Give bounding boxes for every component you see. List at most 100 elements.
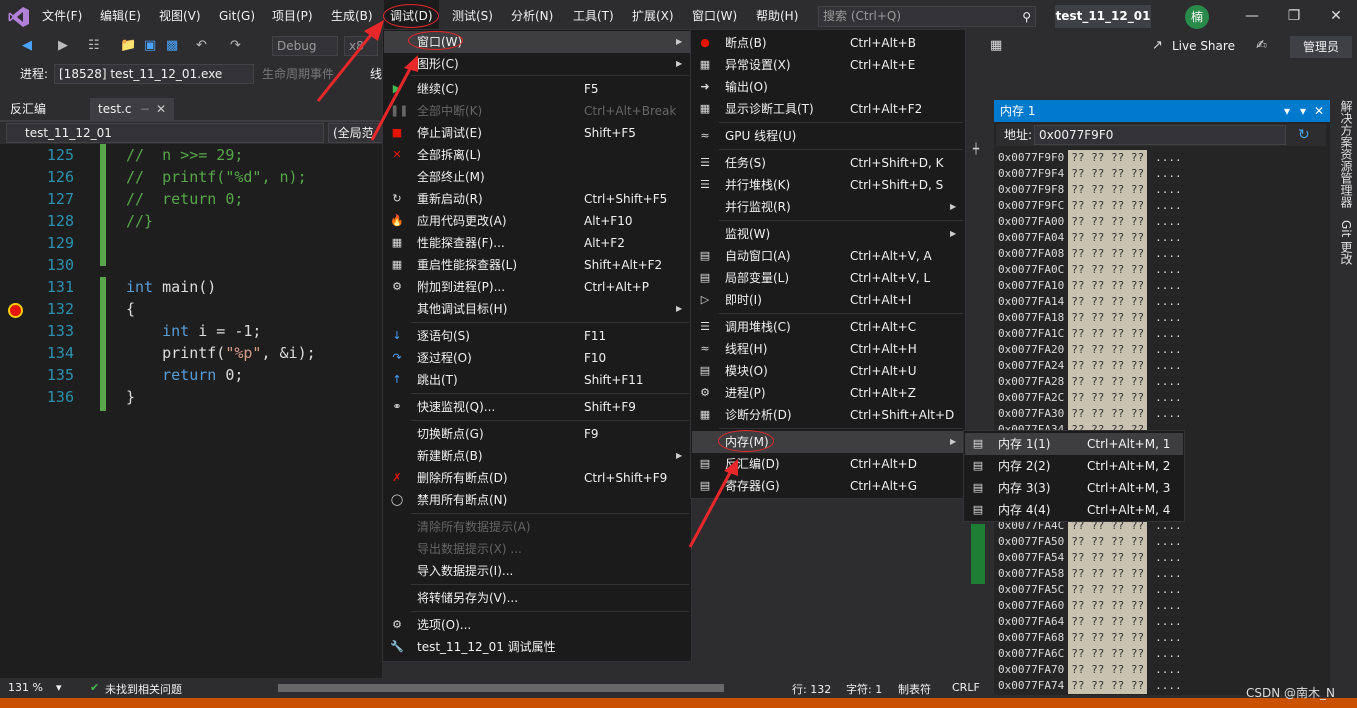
menu-item[interactable]: 清除所有数据提示(A) — [384, 516, 690, 538]
chevron-down-icon[interactable]: ▾ — [56, 681, 62, 694]
menu-item[interactable]: ▤ 内存 4(4) Ctrl+Alt+M, 4 — [965, 499, 1183, 521]
memory-row[interactable]: 0x0077FA20?? ?? ?? ??.... — [998, 342, 1182, 358]
code-line[interactable]: } — [126, 386, 135, 408]
menu-item[interactable]: ☰ 调用堆栈(C) Ctrl+Alt+C — [692, 316, 964, 338]
menu-item[interactable]: ⚙ 选项(O)... — [384, 614, 690, 636]
memory-row[interactable]: 0x0077FA00?? ?? ?? ??.... — [998, 214, 1182, 230]
menu-item[interactable]: ≈ GPU 线程(U) — [692, 125, 964, 147]
menu-test[interactable]: 测试(S) — [446, 0, 499, 32]
menu-item[interactable]: ▦ 重启性能探查器(L) Shift+Alt+F2 — [384, 254, 690, 276]
pin-icon[interactable]: − — [140, 98, 150, 120]
search-input[interactable]: 搜索 (Ctrl+Q) ⚲ — [818, 6, 1036, 27]
menu-item[interactable]: ▤ 内存 1(1) Ctrl+Alt+M, 1 — [965, 433, 1183, 455]
menu-item[interactable]: ▦ 性能探查器(F)... Alt+F2 — [384, 232, 690, 254]
memory-row[interactable]: 0x0077FA10?? ?? ?? ??.... — [998, 278, 1182, 294]
menu-item[interactable]: 新建断点(B) ▶ — [384, 445, 690, 467]
process-dropdown[interactable]: [18528] test_11_12_01.exe — [54, 64, 254, 84]
menu-item[interactable]: ⚭ 快速监视(Q)... Shift+F9 — [384, 396, 690, 418]
solution-explorer-tab[interactable]: 解决方案资源管理器 — [1338, 100, 1355, 208]
memory-row[interactable]: 0x0077F9F8?? ?? ?? ??.... — [998, 182, 1182, 198]
code-line[interactable]: return 0; — [126, 364, 243, 386]
minimize-icon[interactable]: — — [1232, 0, 1272, 32]
menu-item[interactable]: 其他调试目标(H) ▶ — [384, 298, 690, 320]
menu-item[interactable]: 🔥 应用代码更改(A) Alt+F10 — [384, 210, 690, 232]
menu-item[interactable]: ▤ 局部变量(L) Ctrl+Alt+V, L — [692, 267, 964, 289]
menu-item[interactable]: 导入数据提示(I)... — [384, 560, 690, 582]
menu-item[interactable]: 切换断点(G) F9 — [384, 423, 690, 445]
memory-row[interactable]: 0x0077F9FC?? ?? ?? ??.... — [998, 198, 1182, 214]
menu-item[interactable]: ▤ 模块(O) Ctrl+Alt+U — [692, 360, 964, 382]
project-scope-dropdown[interactable]: test_11_12_01 — [6, 123, 324, 143]
memory-row[interactable]: 0x0077FA60?? ?? ?? ??.... — [998, 598, 1182, 614]
memory-row[interactable]: 0x0077FA5C?? ?? ?? ??.... — [998, 582, 1182, 598]
menu-item[interactable]: ↻ 重新启动(R) Ctrl+Shift+F5 — [384, 188, 690, 210]
horizontal-scrollbar[interactable] — [278, 684, 724, 692]
memory-row[interactable]: 0x0077FA74?? ?? ?? ??.... — [998, 678, 1182, 694]
dropdown-icon[interactable]: ▾ — [1284, 100, 1290, 122]
menu-item[interactable]: ✗ 删除所有断点(D) Ctrl+Shift+F9 — [384, 467, 690, 489]
restore-icon[interactable]: ❐ — [1274, 0, 1314, 32]
issues-text[interactable]: 未找到相关问题 — [105, 681, 182, 697]
toolbar-misc-icon[interactable]: ▦ — [990, 32, 1002, 60]
memory-row[interactable]: 0x0077F9F0?? ?? ?? ??.... — [998, 150, 1182, 166]
eol-indicator[interactable]: CRLF — [952, 681, 980, 694]
memory-row[interactable]: 0x0077FA1C?? ?? ?? ??.... — [998, 326, 1182, 342]
forward-icon[interactable]: ▶ — [58, 32, 68, 60]
menu-edit[interactable]: 编辑(E) — [94, 0, 147, 32]
git-changes-tab[interactable]: Git 更改 — [1338, 220, 1355, 265]
zoom-level[interactable]: 131 % — [8, 681, 43, 694]
menu-item[interactable]: ▦ 诊断分析(D) Ctrl+Shift+Alt+D — [692, 404, 964, 426]
memory-row[interactable]: 0x0077FA64?? ?? ?? ??.... — [998, 614, 1182, 630]
memory-row[interactable]: 0x0077FA04?? ?? ?? ??.... — [998, 230, 1182, 246]
memory-row[interactable]: 0x0077FA50?? ?? ?? ??.... — [998, 534, 1182, 550]
memory-row[interactable]: 0x0077FA6C?? ?? ?? ??.... — [998, 646, 1182, 662]
memory-row[interactable]: 0x0077FA30?? ?? ?? ??.... — [998, 406, 1182, 422]
save-icon[interactable]: ▣ — [144, 32, 156, 60]
new-project-icon[interactable]: ☷ — [88, 32, 100, 60]
menu-item[interactable]: ▤ 自动窗口(A) Ctrl+Alt+V, A — [692, 245, 964, 267]
memory-row[interactable]: 0x0077FA54?? ?? ?? ??.... — [998, 550, 1182, 566]
menu-item[interactable]: ⚙ 进程(P) Ctrl+Alt+Z — [692, 382, 964, 404]
code-line[interactable]: // return 0; — [126, 188, 243, 210]
menu-item[interactable]: ☰ 任务(S) Ctrl+Shift+D, K — [692, 152, 964, 174]
refresh-icon[interactable]: ↻ — [1298, 124, 1310, 146]
memory-row[interactable]: 0x0077FA58?? ?? ?? ??.... — [998, 566, 1182, 582]
memory-row[interactable]: 0x0077F9F4?? ?? ?? ??.... — [998, 166, 1182, 182]
menu-item[interactable]: 🔧 test_11_12_01 调试属性 — [384, 636, 690, 658]
close-icon[interactable]: ✕ — [1314, 100, 1324, 122]
menu-item[interactable]: ● 断点(B) Ctrl+Alt+B — [692, 32, 964, 54]
menu-item[interactable]: 监视(W) ▶ — [692, 223, 964, 245]
menu-item[interactable]: ▦ 显示诊断工具(T) Ctrl+Alt+F2 — [692, 98, 964, 120]
close-icon[interactable]: ✕ — [1316, 0, 1356, 32]
menu-tools[interactable]: 工具(T) — [567, 0, 620, 32]
menu-item[interactable]: ↷ 逐过程(O) F10 — [384, 347, 690, 369]
live-share-icon[interactable]: ↗ — [1152, 32, 1163, 60]
redo-icon[interactable]: ↷ — [230, 32, 241, 60]
tabs-indicator[interactable]: 制表符 — [898, 681, 931, 697]
menu-help[interactable]: 帮助(H) — [750, 0, 804, 32]
menu-item[interactable]: ▦ 异常设置(X) Ctrl+Alt+E — [692, 54, 964, 76]
tab-disassembly[interactable]: 反汇编 — [2, 98, 54, 120]
menu-item[interactable]: 将转储另存为(V)... — [384, 587, 690, 609]
menu-item[interactable]: ➜ 输出(O) — [692, 76, 964, 98]
menu-item[interactable]: ⚙ 附加到进程(P)... Ctrl+Alt+P — [384, 276, 690, 298]
menu-window[interactable]: 窗口(W) — [686, 0, 743, 32]
menu-item[interactable]: 并行监视(R) ▶ — [692, 196, 964, 218]
pin-icon[interactable]: ▾ — [1300, 100, 1306, 122]
menu-item[interactable]: ≈ 线程(H) Ctrl+Alt+H — [692, 338, 964, 360]
menu-extensions[interactable]: 扩展(X) — [626, 0, 680, 32]
address-input[interactable]: 0x0077F9F0 — [1034, 125, 1286, 145]
menu-item[interactable]: ▤ 内存 2(2) Ctrl+Alt+M, 2 — [965, 455, 1183, 477]
memory-row[interactable]: 0x0077FA28?? ?? ?? ??.... — [998, 374, 1182, 390]
close-icon[interactable]: ✕ — [156, 98, 166, 120]
avatar[interactable]: 楠 — [1185, 5, 1209, 29]
code-line[interactable]: int i = -1; — [126, 320, 261, 342]
menu-item[interactable]: 全部终止(M) — [384, 166, 690, 188]
feedback-icon[interactable]: ✍ — [1256, 32, 1267, 60]
menu-item[interactable]: ↓ 逐语句(S) F11 — [384, 325, 690, 347]
memory-row[interactable]: 0x0077FA14?? ?? ?? ??.... — [998, 294, 1182, 310]
memory-row[interactable]: 0x0077FA0C?? ?? ?? ??.... — [998, 262, 1182, 278]
menu-item[interactable]: ↑ 跳出(T) Shift+F11 — [384, 369, 690, 391]
memory-row[interactable]: 0x0077FA08?? ?? ?? ??.... — [998, 246, 1182, 262]
memory-row[interactable]: 0x0077FA2C?? ?? ?? ??.... — [998, 390, 1182, 406]
